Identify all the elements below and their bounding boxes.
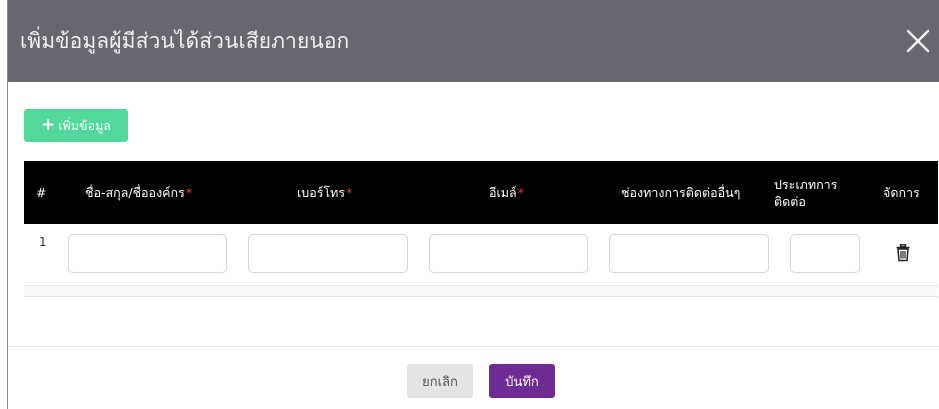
table-footer-divider [24, 285, 938, 297]
phone-input[interactable] [248, 234, 408, 273]
contact-type-input[interactable] [790, 234, 860, 273]
table-header: # ชื่อ-สกุล/ชื่อองค์กร * เบอร์โทร * อีเมล์… [24, 161, 938, 224]
modal-header: เพิ่มข้อมูลผู้มีส่วนได้ส่วนเสียภายนอก [8, 0, 939, 82]
add-data-label: เพิ่มข้อมูล [58, 117, 111, 133]
stakeholder-table: # ชื่อ-สกุล/ชื่อองค์กร * เบอร์โทร * อีเมล์… [24, 161, 938, 297]
close-button[interactable] [903, 24, 933, 58]
column-header-phone: เบอร์โทร * [297, 184, 353, 201]
table-row: 1 [24, 224, 938, 285]
column-header-contact-type: ประเภทการ ติดต่อ [774, 176, 838, 209]
add-data-button[interactable]: + เพิ่มข้อมูล [24, 109, 128, 142]
save-button[interactable]: บันทึก [489, 364, 555, 398]
column-header-email: อีเมล์ * [489, 184, 524, 201]
close-icon [906, 29, 930, 53]
trash-icon[interactable] [895, 244, 911, 262]
modal-dialog: เพิ่มข้อมูลผู้มีส่วนได้ส่วนเสียภายนอก + … [7, 0, 939, 409]
plus-icon: + [41, 115, 56, 135]
row-number: 1 [39, 235, 47, 249]
column-header-other-channel: ช่องทางการติดต่ออื่นๆ [621, 184, 741, 200]
email-input[interactable] [429, 234, 588, 273]
footer-divider [8, 346, 939, 347]
required-mark: * [346, 185, 353, 200]
column-header-number: # [36, 185, 47, 200]
modal-title: เพิ่มข้อมูลผู้มีส่วนได้ส่วนเสียภายนอก [20, 28, 350, 53]
column-header-manage: จัดการ [883, 184, 920, 200]
cancel-button[interactable]: ยกเลิก [407, 364, 473, 398]
column-header-name: ชื่อ-สกุล/ชื่อองค์กร * [85, 184, 193, 201]
required-mark: * [185, 185, 193, 200]
name-input[interactable] [68, 234, 227, 273]
other-channel-input[interactable] [609, 234, 769, 273]
required-mark: * [517, 185, 524, 200]
